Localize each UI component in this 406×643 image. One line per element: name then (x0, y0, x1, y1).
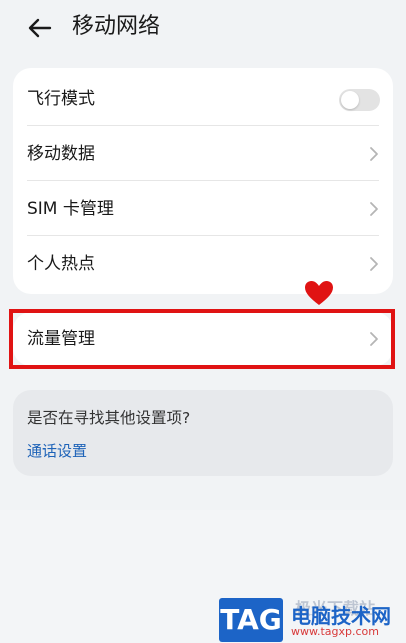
toggle-knob (341, 91, 359, 109)
tag-logo: TAG (219, 598, 283, 642)
airplane-mode-label: 飞行模式 (27, 89, 95, 109)
chevron-right-icon (370, 147, 378, 161)
chevron-right-icon (370, 202, 378, 216)
settings-card: 飞行模式 移动数据 SIM 卡管理 个人热点 (13, 68, 393, 294)
divider (27, 125, 379, 126)
arrow-left-icon[interactable] (26, 14, 54, 42)
watermark: TAG 电脑技术网 www.tagxp.com (219, 598, 404, 642)
mobile-data-row[interactable]: 移动数据 (13, 127, 393, 181)
sim-management-label: SIM 卡管理 (27, 199, 114, 219)
hotspot-label: 个人热点 (27, 254, 95, 274)
airplane-mode-toggle[interactable] (339, 89, 380, 111)
chevron-right-icon (370, 257, 378, 271)
sim-management-row[interactable]: SIM 卡管理 (13, 182, 393, 236)
page-title: 移动网络 (72, 14, 161, 39)
heart-icon (305, 281, 333, 305)
watermark-url: www.tagxp.com (291, 625, 379, 638)
mobile-data-label: 移动数据 (27, 144, 95, 164)
top-bar: 移动网络 (0, 0, 406, 60)
divider (27, 180, 379, 181)
highlight-box (9, 309, 395, 369)
suggestion-card: 是否在寻找其他设置项? 通话设置 (13, 390, 393, 476)
call-settings-link[interactable]: 通话设置 (27, 440, 87, 461)
hotspot-row[interactable]: 个人热点 (13, 237, 393, 291)
divider (27, 235, 379, 236)
suggestion-title: 是否在寻找其他设置项? (27, 409, 191, 427)
airplane-mode-row[interactable]: 飞行模式 (13, 72, 393, 126)
